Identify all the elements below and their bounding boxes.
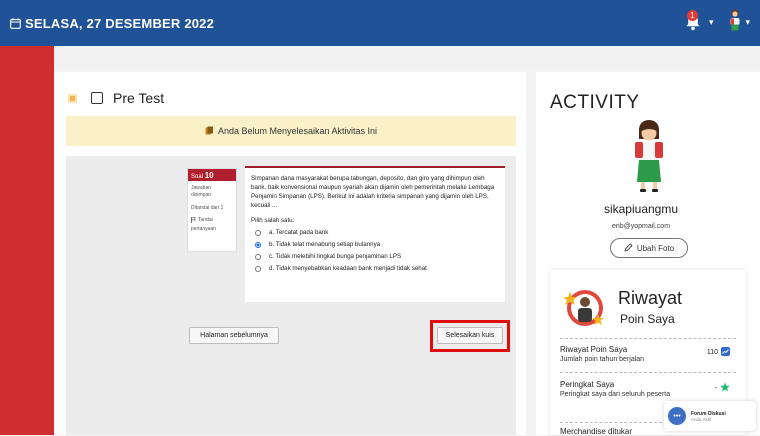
notice-text: Anda Belum Menyelesaikan Aktivitas Ini xyxy=(217,126,378,136)
option-c-label: c. Tidak melebihi tingkat bunga penjamin… xyxy=(269,253,402,260)
divider xyxy=(560,338,736,339)
option-a-label: a. Tercatat pada bank xyxy=(269,229,329,236)
quiz-title: Pre Test xyxy=(113,90,165,106)
chat-icon: ••• xyxy=(668,407,686,425)
pencil-icon xyxy=(624,242,633,254)
top-bar: SELASA, 27 DESEMBER 2022 1 ▾ ▾ xyxy=(0,0,760,46)
sub-header-strip xyxy=(54,46,760,70)
flag-label: Tandai xyxy=(198,217,213,223)
flag-question-button[interactable]: Tandai xyxy=(188,217,236,226)
soal-number: 10 xyxy=(204,171,214,180)
answer-option-a[interactable]: a. Tercatat pada bank xyxy=(255,229,499,236)
flag-label-line2: pertanyaan xyxy=(191,226,217,232)
profile-email: enb@yopmail.com xyxy=(611,223,671,230)
answer-option-b[interactable]: b. Tidak telat menabung setiap bulannya xyxy=(255,241,499,248)
date-display: SELASA, 27 DESEMBER 2022 xyxy=(10,16,214,31)
notification-button[interactable]: 1 ▾ xyxy=(685,9,714,36)
chevron-down-icon: ▾ xyxy=(708,17,714,27)
forum-discussion-button[interactable]: ••• Forum Diskusi Anda Aktif xyxy=(664,401,756,431)
calendar-icon xyxy=(10,17,21,29)
radio-d[interactable] xyxy=(255,265,261,272)
user-avatar-icon xyxy=(727,8,743,37)
quiz-checkbox-icon xyxy=(91,92,103,104)
radio-b[interactable] xyxy=(255,241,261,248)
question-body: Simpanan dana masyarakat berupa tabungan… xyxy=(245,166,505,302)
rank-label: Peringkat Saya xyxy=(560,380,615,389)
activity-title: ACTIVITY xyxy=(550,92,640,113)
activity-card: ACTIVITY sikapiuangmu enb@yopmail.com Ub… xyxy=(536,72,760,436)
forum-status: Anda Aktif xyxy=(691,416,712,422)
star-icon xyxy=(720,382,730,394)
forum-title: Forum Diskusi xyxy=(691,410,726,417)
file-icon xyxy=(205,126,214,137)
points-avatar xyxy=(563,286,606,328)
chevron-down-icon: ▾ xyxy=(745,17,750,27)
points-history-label: Riwayat Poin Saya xyxy=(560,345,628,354)
marked-out-of: Ditandai dari 1 xyxy=(191,205,224,211)
radio-a[interactable] xyxy=(255,229,261,236)
question-text: Simpanan dana masyarakat berupa tabungan… xyxy=(251,175,495,209)
quiz-card: Pre Test Anda Belum Menyelesaikan Aktivi… xyxy=(54,72,526,435)
activity-status-icon xyxy=(68,93,77,103)
sidebar-strip xyxy=(0,46,54,435)
answer-option-c[interactable]: c. Tidak melebihi tingkat bunga penjamin… xyxy=(255,253,499,260)
finish-quiz-button[interactable]: Selesaikan kuis xyxy=(437,327,503,344)
rank-sub: Peringkat saya dari seluruh peserta xyxy=(560,391,671,398)
question-number-header: Soal 10 xyxy=(188,169,236,181)
profile-username: sikapiuangmu xyxy=(603,202,679,216)
points-history-sub: Jumlah poin tahun berjalan xyxy=(560,356,645,363)
change-photo-button[interactable]: Ubah Foto xyxy=(610,238,688,258)
points-number: 110 xyxy=(706,349,718,356)
riwayat-subtitle: Poin Saya xyxy=(620,312,675,326)
answer-saved-line2: disimpan xyxy=(191,192,212,198)
quiz-area: Soal 10 Jawaban disimpan Ditandai dari 1… xyxy=(66,156,516,435)
points-value[interactable]: 110 xyxy=(707,347,730,358)
answer-saved-line1: Jawaban xyxy=(191,185,212,191)
chart-icon xyxy=(721,347,730,358)
incomplete-notice: Anda Belum Menyelesaikan Aktivitas Ini xyxy=(66,116,516,146)
flag-icon xyxy=(191,217,196,226)
notification-badge: 1 xyxy=(686,9,698,21)
rank-value[interactable]: - xyxy=(715,382,730,394)
date-text: SELASA, 27 DESEMBER 2022 xyxy=(25,15,215,31)
profile-avatar xyxy=(632,120,666,197)
answer-option-d[interactable]: d. Tidak menyebabkan keadaan bank menjad… xyxy=(255,265,499,272)
radio-c[interactable] xyxy=(255,253,261,260)
rank-number: - xyxy=(714,384,717,392)
soal-label: Soal xyxy=(191,174,204,180)
user-menu-button[interactable]: ▾ xyxy=(727,8,750,37)
option-b-label: b. Tidak telat menabung setiap bulannya xyxy=(269,241,381,248)
question-info-panel: Soal 10 Jawaban disimpan Ditandai dari 1… xyxy=(187,168,237,252)
riwayat-title: Riwayat xyxy=(618,288,683,308)
quiz-title-row: Pre Test xyxy=(68,90,164,106)
option-d-label: d. Tidak menyebabkan keadaan bank menjad… xyxy=(269,265,427,272)
choose-one-label: Pilih salah satu: xyxy=(251,217,295,224)
previous-page-button[interactable]: Halaman sebelumnya xyxy=(189,327,279,344)
change-photo-label: Ubah Foto xyxy=(636,243,675,253)
divider xyxy=(560,372,736,373)
